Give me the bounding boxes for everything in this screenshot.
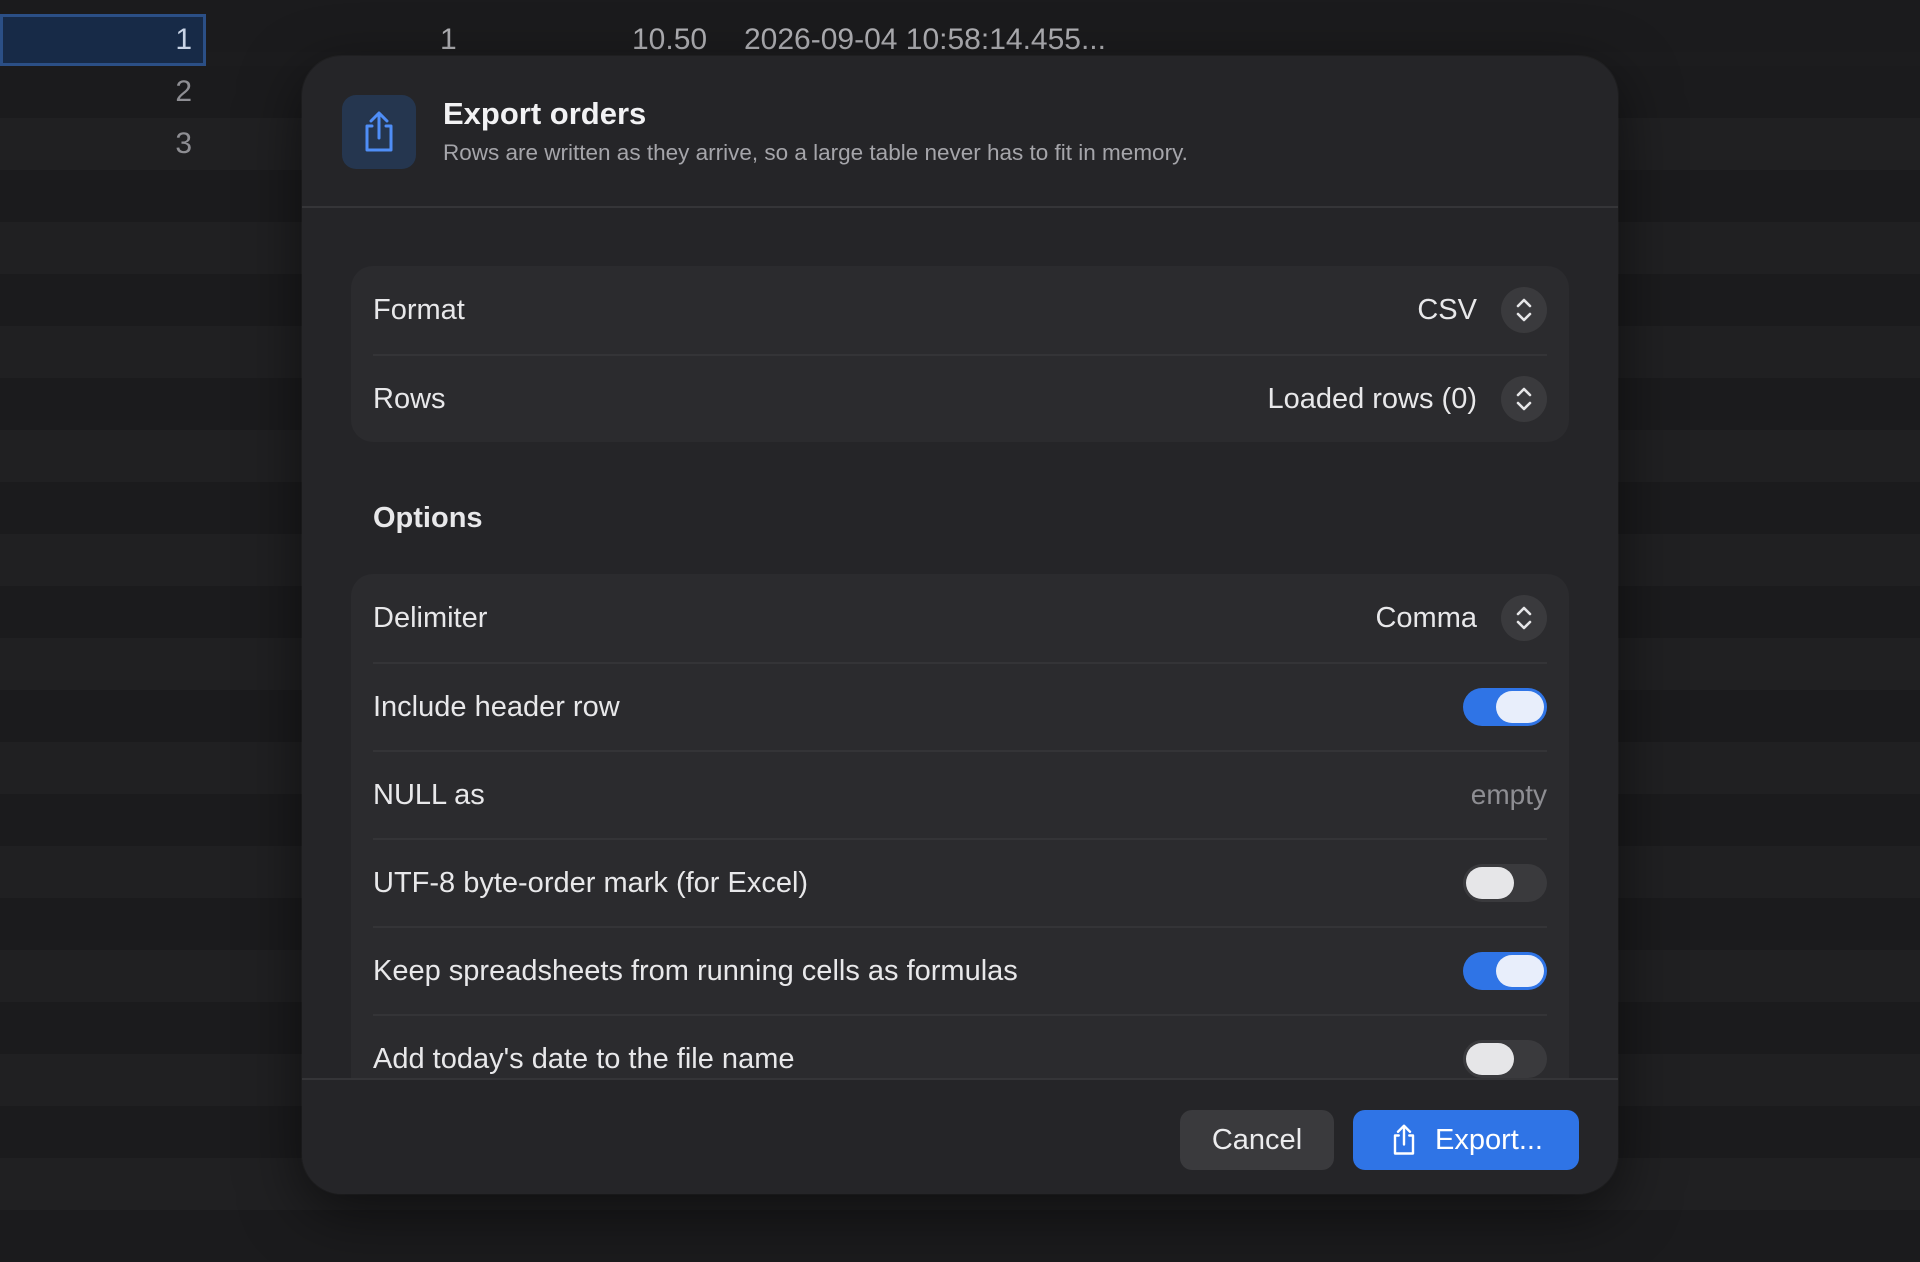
null-as-value[interactable]: empty — [1471, 779, 1547, 811]
utf8-bom-row[interactable]: UTF-8 byte-order mark (for Excel) — [373, 838, 1547, 926]
chevron-up-down-icon[interactable] — [1501, 287, 1547, 333]
add-date-label: Add today's date to the file name — [373, 1042, 795, 1075]
null-as-label: NULL as — [373, 778, 485, 811]
add-date-row[interactable]: Add today's date to the file name — [373, 1014, 1547, 1078]
utf8-bom-label: UTF-8 byte-order mark (for Excel) — [373, 866, 809, 899]
dialog-title: Export orders — [443, 96, 647, 131]
options-section: Delimiter Comma Include header row NULL … — [351, 574, 1569, 1078]
chevron-up-down-icon[interactable] — [1501, 376, 1547, 422]
chevron-up-down-icon[interactable] — [1501, 595, 1547, 641]
table-row[interactable]: 1 1 10.50 2026-09-04 10:58:14.455... — [0, 0, 1920, 66]
row-number: 2 — [175, 75, 192, 108]
format-label: Format — [373, 293, 465, 326]
include-header-row[interactable]: Include header row — [373, 662, 1547, 750]
toggle-knob — [1496, 955, 1544, 987]
rows-label: Rows — [373, 382, 446, 415]
rows-value[interactable]: Loaded rows (0) — [1267, 383, 1477, 416]
format-value[interactable]: CSV — [1417, 294, 1477, 327]
format-row[interactable]: Format CSV — [373, 266, 1547, 354]
include-header-toggle[interactable] — [1463, 688, 1547, 726]
dialog-subtitle: Rows are written as they arrive, so a la… — [443, 140, 1188, 165]
include-header-label: Include header row — [373, 690, 620, 723]
share-icon — [342, 95, 416, 169]
toggle-knob — [1466, 1043, 1514, 1075]
dialog-footer: Cancel Export... — [302, 1078, 1618, 1194]
null-as-row[interactable]: NULL as empty — [373, 750, 1547, 838]
share-icon — [1389, 1123, 1419, 1157]
row-number: 3 — [175, 127, 192, 160]
format-section: Format CSV Rows Loaded rows (0) — [351, 266, 1569, 442]
export-dialog: Export orders Rows are written as they a… — [302, 56, 1618, 1194]
keep-formulas-toggle[interactable] — [1463, 952, 1547, 990]
keep-formulas-row[interactable]: Keep spreadsheets from running cells as … — [373, 926, 1547, 1014]
row-number-selected[interactable]: 1 — [0, 14, 206, 66]
cancel-button[interactable]: Cancel — [1180, 1110, 1334, 1170]
delimiter-row[interactable]: Delimiter Comma — [373, 574, 1547, 662]
delimiter-label: Delimiter — [373, 601, 488, 634]
rows-popup[interactable]: Loaded rows (0) — [1267, 376, 1547, 422]
add-date-toggle[interactable] — [1463, 1040, 1547, 1078]
toggle-knob — [1496, 691, 1544, 723]
toggle-knob — [1466, 867, 1514, 899]
table-row — [0, 1210, 1920, 1262]
delimiter-value[interactable]: Comma — [1375, 602, 1477, 635]
keep-formulas-label: Keep spreadsheets from running cells as … — [373, 954, 1018, 987]
export-button-label: Export... — [1435, 1123, 1543, 1156]
delimiter-popup[interactable]: Comma — [1375, 595, 1547, 641]
export-button[interactable]: Export... — [1353, 1110, 1579, 1170]
format-popup[interactable]: CSV — [1417, 287, 1547, 333]
utf8-bom-toggle[interactable] — [1463, 864, 1547, 902]
options-heading: Options — [373, 502, 483, 534]
rows-row[interactable]: Rows Loaded rows (0) — [373, 354, 1547, 442]
dialog-header: Export orders Rows are written as they a… — [302, 56, 1618, 208]
